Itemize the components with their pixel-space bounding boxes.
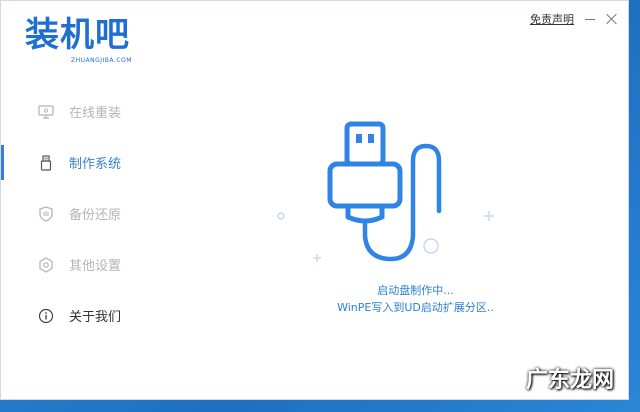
sidebar-item-label: 制作系统 — [69, 157, 122, 172]
info-icon — [37, 307, 55, 325]
disclaimer-link[interactable]: 免责声明 — [530, 11, 574, 27]
status-text-secondary: WinPE写入到UD启动扩展分区.. — [337, 301, 494, 314]
shield-icon — [37, 205, 55, 223]
usb-drive-icon — [37, 154, 55, 172]
sidebar-item-backup-restore[interactable]: 备份还原 — [1, 188, 201, 239]
sidebar-item-label: 关于我们 — [69, 310, 122, 325]
sidebar-item-online-reinstall[interactable]: 在线重装 — [1, 86, 201, 137]
main-panel: 启动盘制作中... WinPE写入到UD启动扩展分区.. — [201, 61, 630, 401]
sidebar-item-label: 其他设置 — [69, 259, 122, 274]
gear-icon — [37, 256, 55, 274]
logo-text: 装机吧 — [25, 15, 130, 55]
sidebar-item-label: 在线重装 — [69, 106, 122, 121]
sidebar-item-make-system[interactable]: 制作系统 — [1, 137, 201, 188]
sidebar-item-about-us[interactable]: 关于我们 — [1, 290, 201, 341]
sidebar: 在线重装 制作系统 备份还原 其他设置 关于我们 — [1, 86, 201, 341]
monitor-icon — [37, 103, 55, 121]
sidebar-item-other-settings[interactable]: 其他设置 — [1, 239, 201, 290]
close-button[interactable] — [606, 13, 618, 25]
watermark: 广东龙网 — [525, 367, 614, 393]
minimize-button[interactable] — [584, 13, 596, 25]
status-text-primary: 启动盘制作中... — [377, 284, 454, 297]
logo-subtitle: ZHUANGJIBA.COM — [71, 57, 132, 64]
title-bar-controls: 免责声明 — [530, 11, 618, 27]
sidebar-item-label: 备份还原 — [69, 208, 122, 223]
app-logo: 装机吧 ZHUANGJIBA.COM — [25, 15, 145, 71]
app-window: 装机吧 ZHUANGJIBA.COM 免责声明 在线重装 制作系统 备份还原 其… — [0, 0, 629, 400]
usb-cable-icon — [277, 121, 494, 262]
